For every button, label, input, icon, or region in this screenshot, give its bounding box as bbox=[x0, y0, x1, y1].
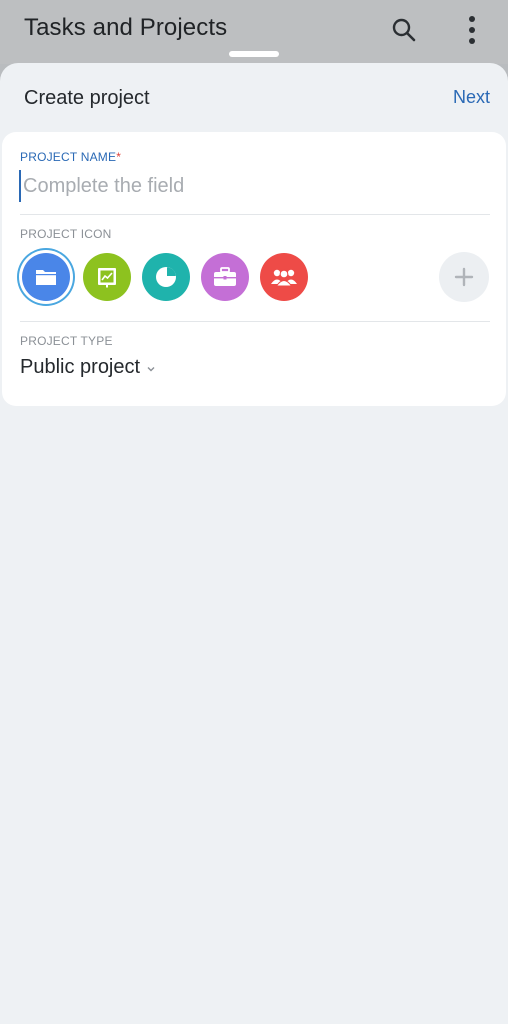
plus-icon bbox=[454, 267, 474, 287]
app-title: Tasks and Projects bbox=[24, 14, 228, 41]
folder-icon[interactable] bbox=[22, 253, 70, 301]
people-group-icon[interactable] bbox=[260, 253, 308, 301]
pie-chart-icon[interactable] bbox=[142, 253, 190, 301]
project-type-value: Public project bbox=[20, 356, 141, 378]
chart-board-icon[interactable] bbox=[83, 253, 131, 301]
add-icon-button[interactable] bbox=[439, 252, 489, 302]
project-name-label: PROJECT NAME* bbox=[20, 150, 121, 164]
project-name-input[interactable] bbox=[19, 170, 483, 202]
project-type-label: PROJECT TYPE bbox=[20, 334, 113, 348]
chevron-down-icon bbox=[147, 366, 155, 371]
divider bbox=[20, 321, 490, 322]
project-name-label-text: PROJECT NAME bbox=[20, 150, 117, 164]
more-vert-icon[interactable] bbox=[458, 14, 486, 46]
search-icon[interactable] bbox=[390, 16, 418, 44]
drag-handle[interactable] bbox=[229, 51, 279, 57]
divider bbox=[20, 214, 490, 215]
project-icon-label: PROJECT ICON bbox=[20, 227, 112, 241]
create-project-sheet: Create project Next PROJECT NAME* PROJEC… bbox=[0, 63, 508, 1024]
briefcase-icon[interactable] bbox=[201, 253, 249, 301]
project-type-select[interactable]: Public project bbox=[20, 356, 156, 379]
app-bar: Tasks and Projects bbox=[0, 0, 508, 64]
sheet-title: Create project bbox=[24, 87, 150, 109]
next-button[interactable]: Next bbox=[453, 87, 490, 108]
project-form-card: PROJECT NAME* PROJECT ICON bbox=[2, 132, 506, 406]
required-marker: * bbox=[116, 150, 122, 164]
